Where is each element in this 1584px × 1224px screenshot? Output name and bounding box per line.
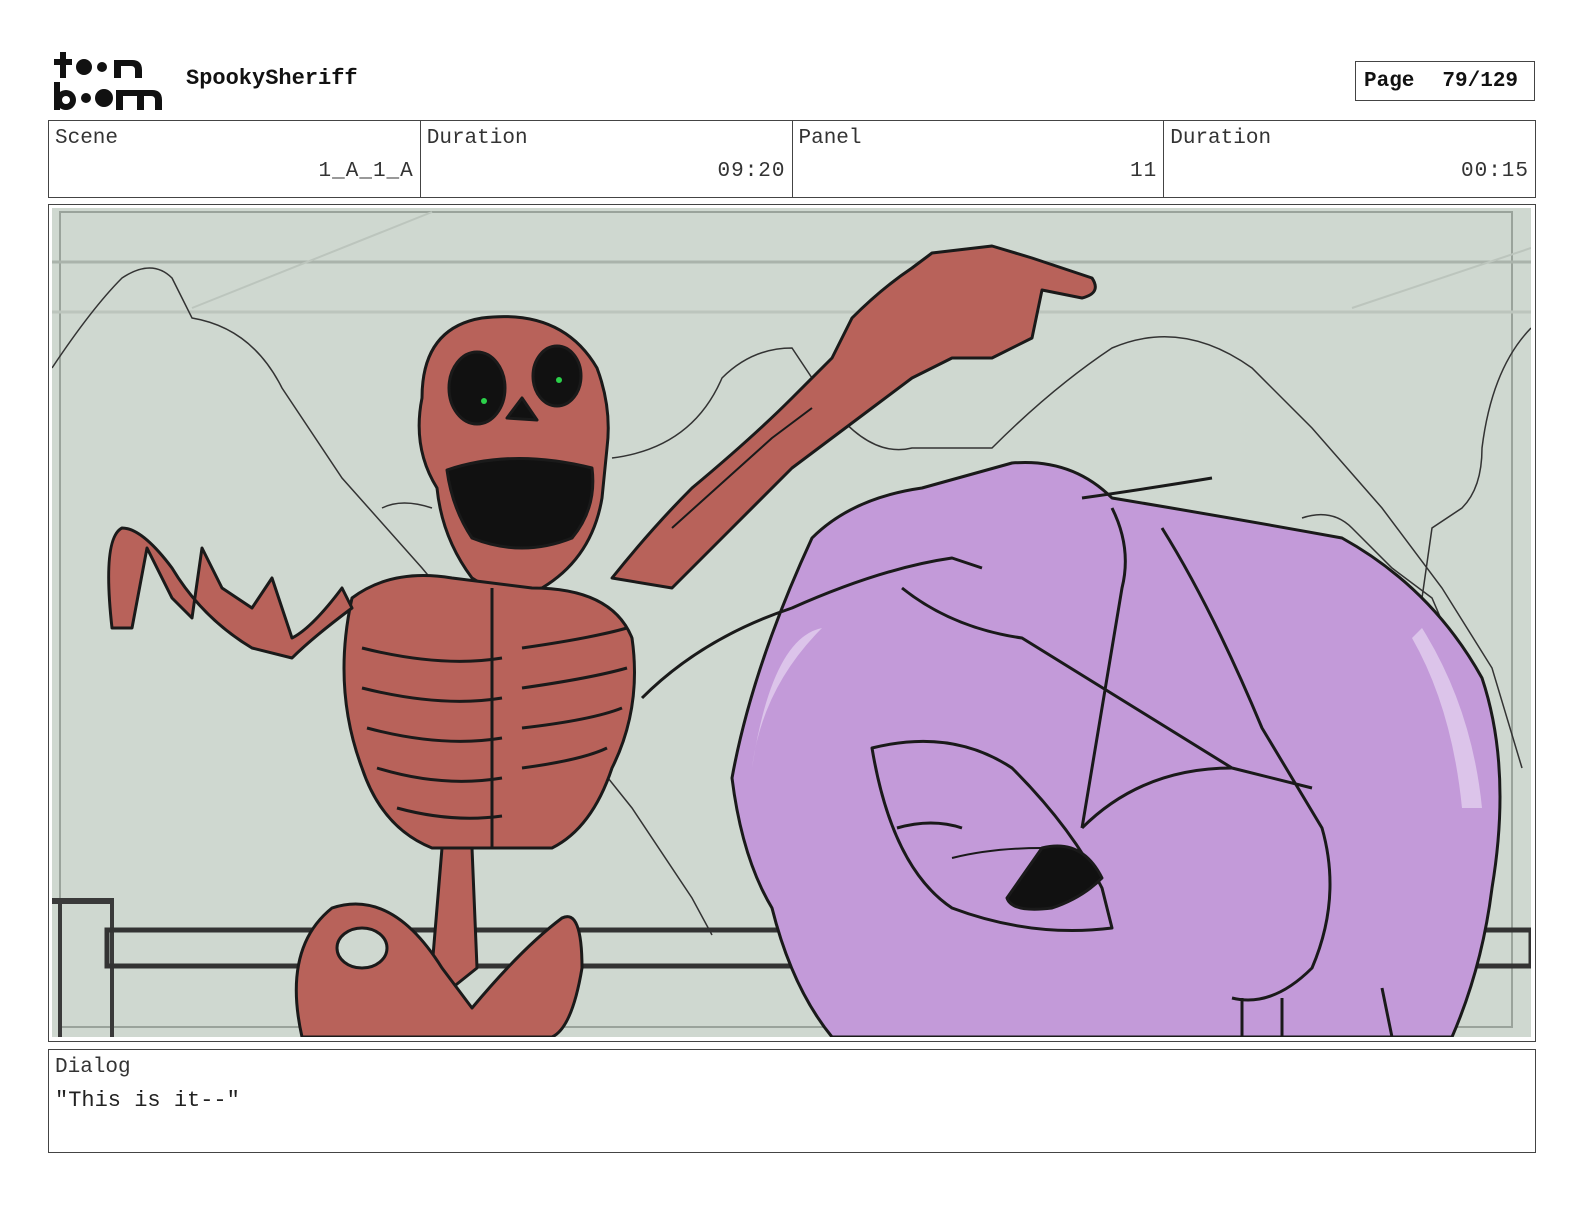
panel-label: Panel [798,127,862,150]
scene-info-row: Scene 1_A_1_A Duration 09:20 Panel 11 Du… [48,120,1536,198]
scene-cell: Scene 1_A_1_A [49,121,421,197]
panel-value: 11 [1130,160,1158,183]
scene-duration-cell: Duration 09:20 [421,121,793,197]
panel-cell: Panel 11 [793,121,1165,197]
toon-boom-logo [52,50,164,112]
skeleton-eye-glow [481,398,487,404]
page-label: Page [1364,69,1415,93]
dialog-label: Dialog [55,1056,131,1079]
project-title: SpookySheriff [186,66,358,91]
panel-duration-cell: Duration 00:15 [1164,121,1535,197]
dialog-text: "This is it--" [55,1088,240,1113]
storyboard-panel [48,204,1536,1042]
scene-value: 1_A_1_A [318,160,414,183]
page-value: 79/129 [1442,69,1519,93]
scene-duration-label: Duration [426,127,528,150]
skeleton-eye-glow [556,377,562,383]
scene-label: Scene [55,127,119,150]
panel-duration-label: Duration [1170,127,1272,150]
panel-duration-value: 00:15 [1460,160,1529,183]
panel-illustration [52,208,1531,1037]
scene-duration-value: 09:20 [717,160,786,183]
page-indicator: Page 79/129 [1355,61,1535,101]
dialog-box: Dialog "This is it--" [48,1049,1536,1153]
